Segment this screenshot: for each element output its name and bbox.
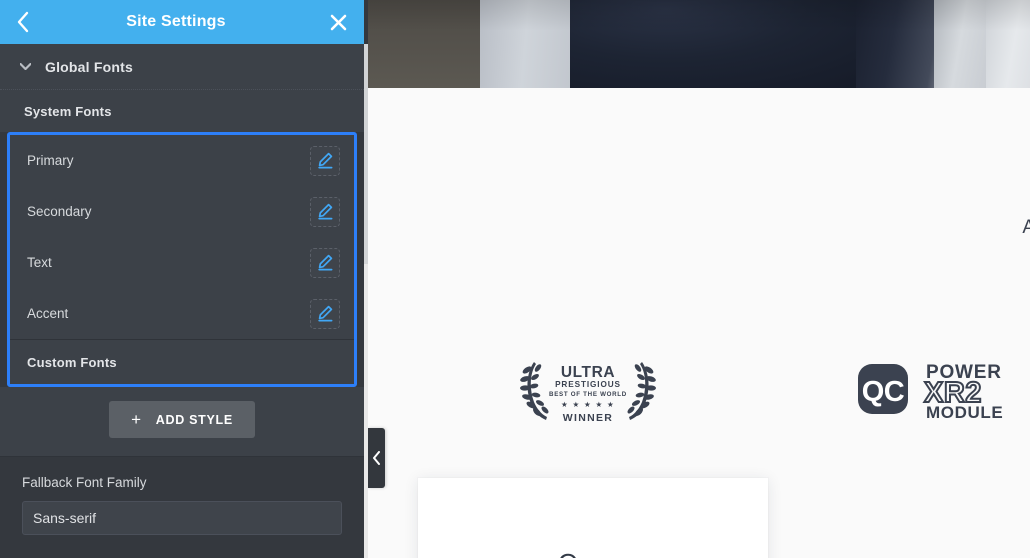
chevron-left-icon bbox=[17, 11, 29, 33]
fallback-font-family-input[interactable] bbox=[22, 501, 342, 535]
font-row-secondary[interactable]: Secondary bbox=[10, 186, 354, 237]
section-header-label: Global Fonts bbox=[45, 58, 133, 75]
font-row-primary[interactable]: Primary bbox=[10, 135, 354, 186]
card-glyph-text: O bbox=[558, 550, 578, 558]
fallback-font-family-label: Fallback Font Family bbox=[22, 475, 147, 490]
award-stars: ★ ★ ★ ★ ★ bbox=[561, 400, 615, 409]
panel-scrollbar-thumb[interactable] bbox=[364, 44, 368, 264]
panel-scrollbar[interactable] bbox=[364, 44, 368, 558]
chevron-down-icon bbox=[20, 63, 31, 70]
edit-primary-button[interactable] bbox=[310, 145, 340, 176]
panel-title: Site Settings bbox=[126, 13, 226, 30]
font-row-label: Secondary bbox=[27, 204, 92, 219]
pencil-edit-icon bbox=[317, 305, 332, 322]
system-font-rows: Primary Secondary Text Accent bbox=[10, 135, 354, 340]
subheading-system-fonts: System Fonts bbox=[0, 90, 364, 132]
fallback-font-family-field: Fallback Font Family bbox=[0, 457, 364, 535]
panel-header: Site Settings bbox=[0, 0, 364, 44]
global-fonts-highlight-region[interactable]: Primary Secondary Text Accent Custom Fon… bbox=[7, 132, 357, 387]
clipped-heading-text: A bbox=[1022, 217, 1030, 238]
site-settings-panel: Site Settings Global Fonts System Fonts bbox=[0, 0, 368, 558]
pencil-edit-icon bbox=[317, 254, 332, 271]
font-row-text[interactable]: Text bbox=[10, 237, 354, 288]
font-row-accent[interactable]: Accent bbox=[10, 288, 354, 339]
add-style-area: + ADD STYLE bbox=[0, 387, 364, 457]
qc-badge-text: QC bbox=[862, 376, 905, 408]
power-xr2-module-logo: QC POWER XR2 MODULE bbox=[856, 354, 1024, 422]
award-line3: BEST OF THE WORLD bbox=[549, 391, 627, 398]
pencil-edit-icon bbox=[317, 152, 332, 169]
font-row-label: Accent bbox=[27, 306, 69, 321]
award-line2: PRESTIGIOUS bbox=[555, 380, 621, 389]
site-preview-canvas[interactable]: A ULTRA PRESTIGIOUS BEST OF THE WORLD ★ … bbox=[368, 0, 1030, 558]
pencil-edit-icon bbox=[317, 203, 332, 220]
award-line4: WINNER bbox=[563, 412, 613, 424]
award-line1: ULTRA bbox=[561, 364, 615, 381]
font-row-label: Primary bbox=[27, 153, 74, 168]
photo-shading bbox=[368, 0, 1030, 88]
edit-accent-button[interactable] bbox=[310, 298, 340, 329]
font-row-label: Text bbox=[27, 255, 52, 270]
edit-text-button[interactable] bbox=[310, 247, 340, 278]
add-style-label: ADD STYLE bbox=[155, 412, 233, 427]
panel-collapse-handle[interactable] bbox=[368, 428, 385, 488]
chevron-left-icon bbox=[373, 451, 380, 465]
hero-photo bbox=[368, 0, 1030, 88]
content-card: O bbox=[418, 478, 768, 558]
add-style-button[interactable]: + ADD STYLE bbox=[109, 401, 255, 438]
subheading-custom-fonts: Custom Fonts bbox=[27, 354, 117, 370]
plus-icon: + bbox=[131, 410, 142, 429]
panel-body: Global Fonts System Fonts Primary Second… bbox=[0, 44, 364, 558]
app-root: A ULTRA PRESTIGIOUS BEST OF THE WORLD ★ … bbox=[0, 0, 1030, 558]
xr2-line3: MODULE bbox=[926, 403, 1003, 422]
logo-strip: ULTRA PRESTIGIOUS BEST OF THE WORLD ★ ★ … bbox=[368, 352, 1030, 430]
edit-secondary-button[interactable] bbox=[310, 196, 340, 227]
section-header-global-fonts[interactable]: Global Fonts bbox=[0, 44, 364, 90]
ultra-prestigious-award-logo: ULTRA PRESTIGIOUS BEST OF THE WORLD ★ ★ … bbox=[518, 354, 658, 428]
close-button[interactable] bbox=[312, 0, 364, 44]
close-icon bbox=[330, 14, 346, 30]
